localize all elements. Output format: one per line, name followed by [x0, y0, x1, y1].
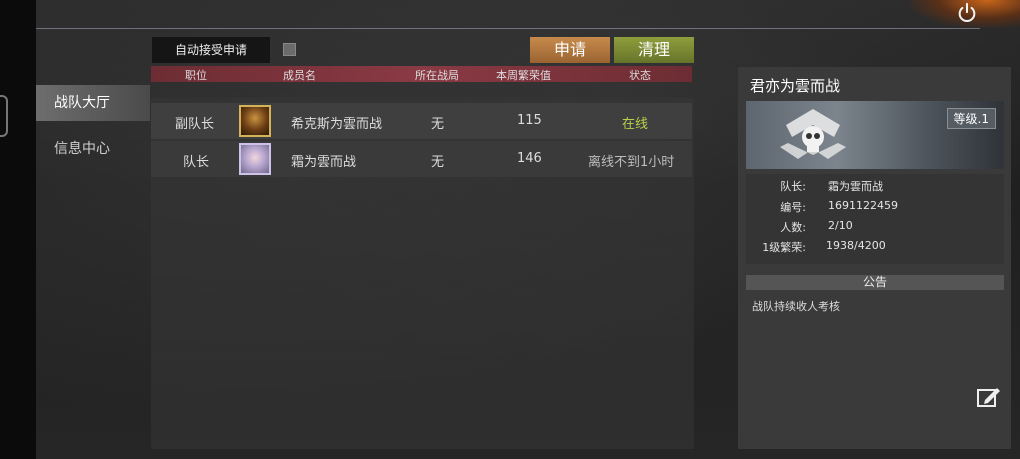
- apply-button[interactable]: 申请: [530, 37, 610, 63]
- member-name: 希克斯为雲而战: [291, 117, 383, 132]
- member-name: 霜为雲而战: [291, 155, 357, 170]
- member-table-header: 职位 成员名 所在战局 本周繁荣值 状态: [151, 66, 692, 82]
- member-status: 在线: [622, 117, 649, 132]
- avatar: [239, 105, 271, 137]
- skull-emblem-icon: [780, 109, 846, 159]
- prosperity-value: 1938/4200: [826, 239, 886, 252]
- team-level-badge: 等级.1: [946, 108, 996, 129]
- power-icon[interactable]: [956, 2, 978, 24]
- member-prosperity: 115: [517, 113, 542, 128]
- header-prosperity: 本周繁荣值: [496, 69, 551, 82]
- edge-handle: [0, 95, 8, 137]
- prosperity-label: 1级繁荣:: [762, 241, 806, 254]
- notice-title: 公告: [746, 275, 1004, 290]
- header-position: 职位: [185, 69, 207, 82]
- team-info: 队长: 霜为雲而战 编号: 1691122459 人数: 2/10 1级繁荣: …: [746, 174, 1004, 264]
- auto-accept-checkbox[interactable]: [283, 43, 296, 56]
- sidebar-item-team-hall[interactable]: 战队大厅: [36, 85, 150, 121]
- member-position: 队长: [183, 155, 210, 170]
- team-id-value: 1691122459: [828, 199, 898, 212]
- member-prosperity: 146: [517, 151, 542, 166]
- avatar: [239, 143, 271, 175]
- clear-button[interactable]: 清理: [614, 37, 694, 63]
- member-battle: 无: [431, 155, 445, 170]
- team-banner: 等级.1: [746, 101, 1004, 169]
- table-row[interactable]: 副队长 希克斯为雲而战 无 115 在线: [151, 103, 692, 139]
- team-info-panel: 君亦为雲而战 等级.1 队长: 霜为雲而战 编号: 1691122459 人数:…: [738, 67, 1011, 449]
- sidebar: 战队大厅 信息中心: [36, 85, 150, 167]
- header-member-name: 成员名: [283, 69, 316, 82]
- top-divider: [36, 28, 980, 29]
- members-value: 2/10: [828, 219, 853, 232]
- notice-text: 战队持续收人考核: [752, 300, 840, 313]
- edit-icon[interactable]: [976, 385, 1002, 409]
- sidebar-item-info-center[interactable]: 信息中心: [36, 131, 150, 167]
- team-name: 君亦为雲而战: [750, 77, 841, 95]
- left-screen-edge: [0, 0, 36, 459]
- captain-label: 队长:: [780, 180, 806, 193]
- captain-value: 霜为雲而战: [828, 180, 883, 193]
- auto-accept-label: 自动接受申请: [152, 37, 270, 63]
- table-row[interactable]: 队长 霜为雲而战 无 146 离线不到1小时: [151, 141, 692, 177]
- members-label: 人数:: [780, 221, 806, 234]
- member-battle: 无: [431, 117, 445, 132]
- header-status: 状态: [629, 69, 651, 82]
- header-battle: 所在战局: [415, 69, 459, 82]
- team-id-label: 编号:: [780, 201, 806, 214]
- member-status: 离线不到1小时: [588, 155, 675, 170]
- member-position: 副队长: [175, 117, 215, 132]
